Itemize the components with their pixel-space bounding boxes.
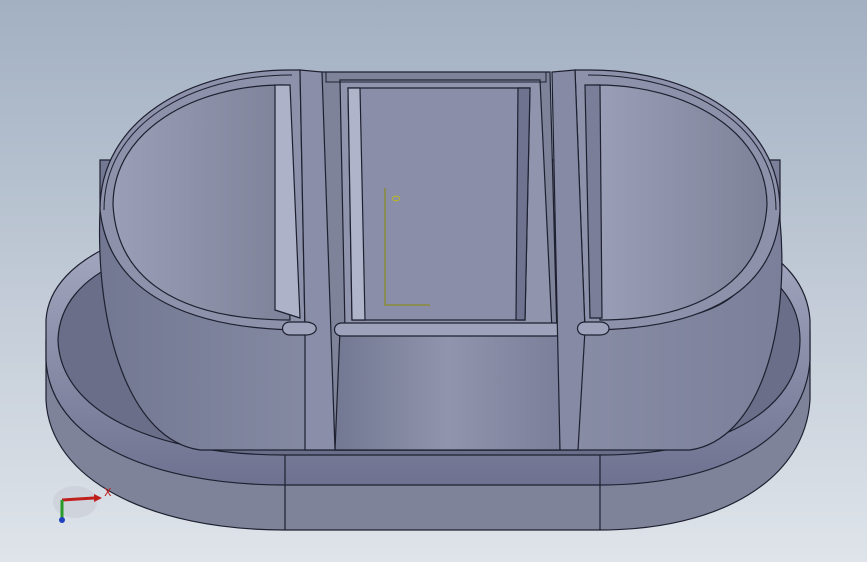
z-axis-marker	[59, 517, 65, 523]
center-chamber	[319, 71, 564, 451]
model-view[interactable]: 0	[0, 0, 867, 562]
triad-shadow	[53, 486, 97, 518]
x-axis-arrow	[61, 496, 95, 502]
x-axis-arrowhead	[94, 494, 102, 502]
sketch-label: 0	[389, 195, 402, 202]
coordinate-triad[interactable]: X	[50, 480, 120, 530]
graphics-viewport[interactable]: 0 X	[0, 0, 867, 562]
x-axis-label: X	[104, 486, 112, 499]
